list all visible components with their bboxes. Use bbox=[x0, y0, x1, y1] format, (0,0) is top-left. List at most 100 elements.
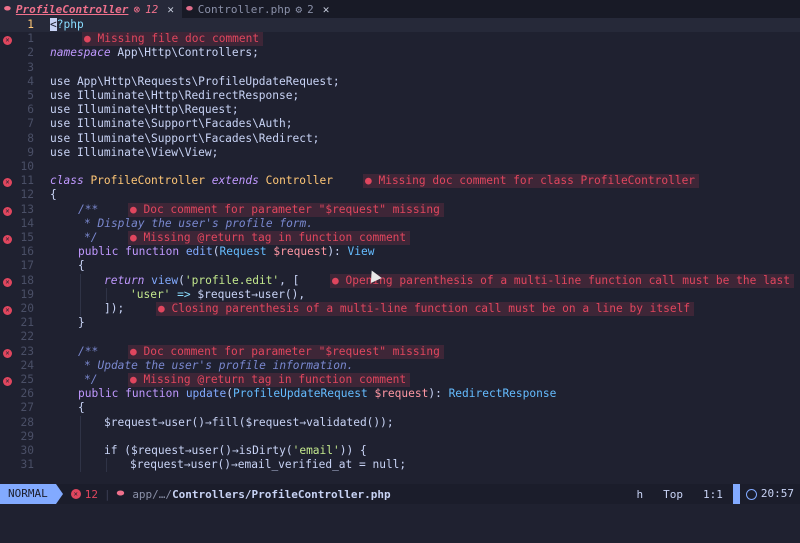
code-line: ✕ 1 ● Missing file doc comment bbox=[0, 32, 800, 47]
code-line: ✕ 18 return view('profile.edit', [ ● Ope… bbox=[0, 273, 800, 288]
doc-comment: * Update the user's profile information. bbox=[84, 358, 354, 372]
line-number: 2 bbox=[27, 46, 34, 60]
line-number: 24 bbox=[20, 358, 34, 372]
cursor: < bbox=[50, 18, 57, 31]
line-number: 5 bbox=[27, 89, 34, 102]
expression: $request→user()→email_verified_at = null… bbox=[130, 458, 407, 472]
code-line: 31 $request→user()→email_verified_at = n… bbox=[0, 458, 800, 473]
scroll-position: Top bbox=[663, 487, 683, 501]
punct: ): bbox=[428, 387, 449, 401]
tab-controller[interactable]: ⬬ Controller.php ⚙ 2 ✕ bbox=[182, 0, 337, 18]
doc-comment: /** bbox=[78, 344, 99, 358]
php-elephant-icon: ⬬ bbox=[4, 4, 11, 13]
punct: ]); bbox=[104, 302, 125, 315]
code-line: 6 use Illuminate\Http\Request; bbox=[0, 103, 800, 117]
diagnostic-message: ● Missing @return tag in function commen… bbox=[128, 231, 411, 246]
code-line: 7 use Illuminate\Support\Facades\Auth; bbox=[0, 117, 800, 131]
keyword: function bbox=[125, 387, 180, 401]
cursor-position: 1:1 bbox=[703, 487, 723, 501]
brace: { bbox=[78, 401, 85, 415]
use-statement: use Illuminate\Support\Facades\Redirect; bbox=[50, 131, 320, 145]
php-elephant-icon: ⬬ bbox=[185, 4, 193, 13]
line-number: 17 bbox=[20, 259, 34, 273]
code-line: 10 bbox=[0, 160, 800, 174]
code-line: 3 bbox=[0, 61, 800, 75]
line-number: 13 bbox=[20, 202, 34, 216]
diagnostic-message: ● Closing parenthesis of a multi-line fu… bbox=[156, 302, 695, 317]
diagnostics-count[interactable]: ✕ 12 bbox=[70, 488, 98, 501]
code-line: 26 public function update(ProfileUpdateR… bbox=[0, 387, 800, 401]
diagnostic-message: ● Missing @return tag in function commen… bbox=[128, 373, 411, 388]
code-line: 30 if ($request→user()→isDirty('email'))… bbox=[0, 444, 800, 459]
code-line: 27 { bbox=[0, 401, 800, 415]
use-statement: use Illuminate\Http\RedirectResponse; bbox=[50, 89, 300, 102]
file-path: Controllers/ProfileController.php bbox=[172, 487, 391, 501]
line-number: 8 bbox=[27, 131, 34, 145]
keyword: function bbox=[125, 245, 180, 259]
file-path-prefix: app/…/ bbox=[132, 487, 173, 501]
code-line: 22 bbox=[0, 330, 800, 344]
line-number: 9 bbox=[27, 145, 34, 159]
type: View bbox=[347, 245, 375, 259]
brace: } bbox=[78, 316, 85, 330]
keyword: return bbox=[104, 273, 145, 287]
close-icon[interactable]: ✕ bbox=[167, 3, 174, 16]
diagnostic-message: ● Missing file doc comment bbox=[82, 32, 264, 47]
line-number: 23 bbox=[20, 344, 34, 358]
code-line: 16 public function edit(Request $request… bbox=[0, 245, 800, 259]
variable: $request bbox=[273, 245, 328, 259]
line-number: 1 bbox=[27, 32, 34, 46]
code-line: 2 namespace App\Http\Controllers; bbox=[0, 46, 800, 60]
error-icon: ✕ bbox=[3, 302, 13, 316]
code-line: 9 use Illuminate\View\View; bbox=[0, 146, 800, 160]
parent-class: Controller bbox=[265, 174, 333, 188]
punct: , [ bbox=[279, 273, 300, 287]
diagnostic-message: ● Doc comment for parameter "$request" m… bbox=[128, 344, 444, 359]
doc-comment: /** bbox=[78, 202, 99, 216]
class-name: ProfileController bbox=[90, 174, 205, 188]
brace: { bbox=[50, 188, 57, 202]
code-line: ✕ 15 */ ● Missing @return tag in functio… bbox=[0, 231, 800, 246]
code-line: 5 use Illuminate\Http\RedirectResponse; bbox=[0, 89, 800, 103]
line-number: 31 bbox=[20, 458, 34, 472]
operator: => bbox=[170, 287, 198, 301]
expression: )) { bbox=[339, 444, 367, 457]
clock: 20:57 bbox=[732, 484, 800, 504]
doc-comment: */ bbox=[84, 231, 98, 244]
tab-bar: ⬬ ProfileController ⊗ 12 ✕ ⬬ Controller.… bbox=[0, 0, 800, 18]
string: 'user' bbox=[130, 287, 171, 301]
separator bbox=[55, 484, 63, 504]
line-number: 15 bbox=[20, 231, 34, 244]
tab-profile-controller[interactable]: ⬬ ProfileController ⊗ 12 ✕ bbox=[0, 0, 182, 18]
line-number: 1 bbox=[27, 18, 34, 31]
error-icon: ✕ bbox=[3, 203, 13, 217]
expression: if ($request→user()→isDirty( bbox=[104, 444, 293, 457]
diagnostic-message: ● Doc comment for parameter "$request" m… bbox=[128, 202, 444, 217]
error-icon: ⊗ bbox=[133, 2, 141, 16]
close-icon[interactable]: ✕ bbox=[323, 3, 330, 16]
keyword: extends bbox=[211, 174, 259, 188]
code-line: 1 <?php bbox=[0, 18, 800, 33]
use-statement: use Illuminate\Http\Request; bbox=[50, 103, 239, 117]
line-number: 25 bbox=[20, 373, 34, 386]
code-line: 24 * Update the user's profile informati… bbox=[0, 359, 800, 373]
punct: ( bbox=[212, 245, 220, 259]
line-number: 19 bbox=[20, 287, 34, 301]
line-number: 11 bbox=[20, 174, 34, 188]
error-icon: ✕ bbox=[3, 373, 13, 387]
pending-keys: h bbox=[636, 487, 644, 501]
line-number: 28 bbox=[20, 415, 34, 429]
tab-diagnostic-count: 12 bbox=[145, 2, 159, 16]
gear-icon: ⚙ bbox=[295, 2, 303, 16]
punct: ): bbox=[327, 245, 348, 259]
function-name: update bbox=[185, 387, 227, 401]
line-number: 18 bbox=[20, 273, 34, 287]
variable: $request bbox=[374, 387, 429, 401]
error-icon: ✕ bbox=[3, 174, 13, 188]
code-editor[interactable]: 1 <?php ✕ 1 ● Missing file doc comment 2… bbox=[0, 18, 800, 484]
line-number: 6 bbox=[27, 103, 34, 117]
function-name: edit bbox=[185, 245, 213, 259]
line-number: 29 bbox=[20, 429, 34, 443]
line-number: 30 bbox=[20, 444, 34, 457]
keyword: namespace bbox=[50, 46, 111, 60]
